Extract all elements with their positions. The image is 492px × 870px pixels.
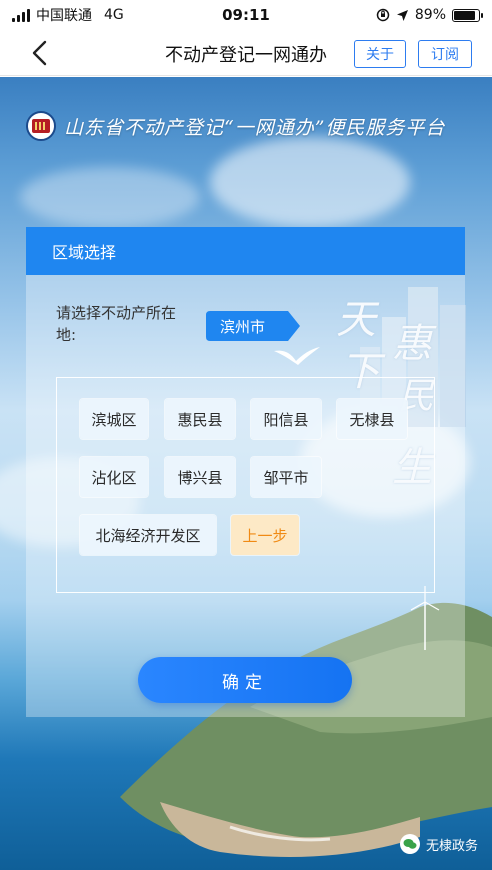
watermark-text: 无棣政务 [425, 838, 478, 854]
subscribe-button[interactable]: 订阅 [418, 40, 472, 68]
watermark: 无棣政务 [399, 834, 478, 854]
platform-banner: 山东省不动产登记“一网通办”便民服务平台 [26, 111, 445, 141]
location-arrow-icon [396, 9, 408, 21]
status-time: 09:11 [222, 6, 270, 24]
district-button[interactable]: 阳信县 [251, 399, 321, 439]
orientation-lock-icon [376, 8, 390, 22]
battery-percent: 89% [414, 7, 446, 23]
region-prompt: 请选择不动产所在地: [56, 304, 177, 344]
previous-step-button[interactable]: 上一步 [231, 515, 299, 555]
selected-city-label: 滨州市 [220, 317, 266, 336]
cloud-decoration [20, 167, 200, 227]
about-button[interactable]: 关于 [354, 40, 406, 68]
platform-name: 山东省不动产登记“一网通办”便民服务平台 [64, 116, 446, 139]
emblem-logo [26, 111, 56, 141]
district-button[interactable]: 邹平市 [251, 457, 321, 497]
signal-icon [12, 8, 30, 22]
district-button[interactable]: 无棣县 [337, 399, 407, 439]
region-panel-header: 区域选择 [26, 227, 465, 275]
carrier: 中国联通 [36, 8, 92, 24]
district-button[interactable]: 博兴县 [165, 457, 235, 497]
selected-city-tag[interactable]: 滨州市 [206, 311, 300, 341]
wechat-icon [399, 834, 420, 854]
district-button[interactable]: 沾化区 [80, 457, 148, 497]
district-button[interactable]: 北海经济开发区 [80, 515, 216, 555]
network-type: 4G [104, 7, 124, 23]
cloud-decoration [210, 137, 410, 227]
status-left: 中国联通 4G [12, 5, 124, 25]
district-button[interactable]: 滨城区 [80, 399, 148, 439]
nav-bar: 不动产登记一网通办 关于 订阅 [0, 30, 492, 76]
battery-icon [452, 8, 483, 22]
status-bar: 中国联通 4G 09:11 89% [0, 0, 492, 30]
confirm-button[interactable]: 确定 [138, 657, 352, 703]
district-button[interactable]: 惠民县 [165, 399, 235, 439]
status-right: 89% [376, 7, 483, 23]
battery-fill [454, 10, 476, 20]
